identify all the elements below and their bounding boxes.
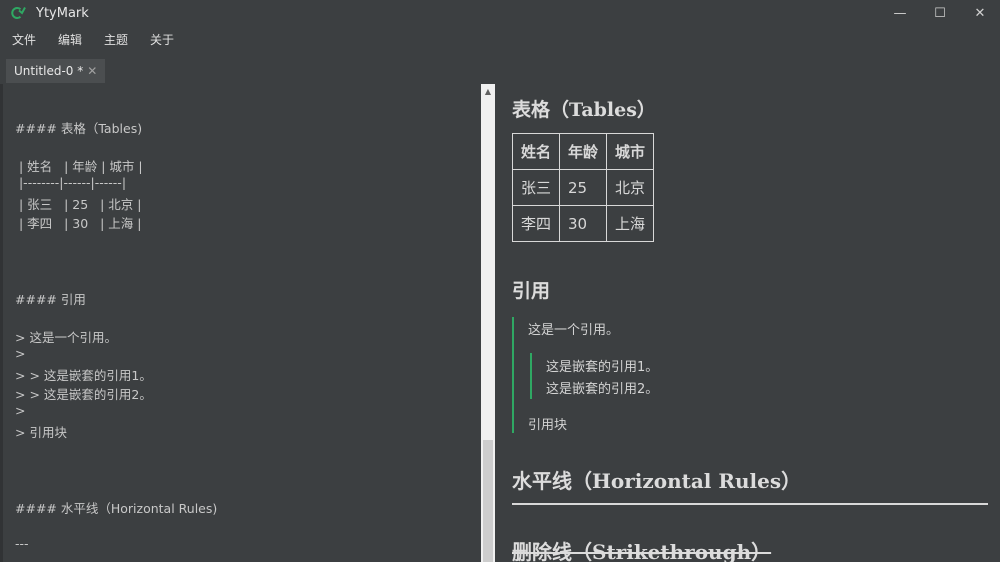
markdown-editor[interactable]: #### 表格（Tables) | 姓名 | 年龄 | 城市 | |------… <box>0 84 481 562</box>
blockquote: 这是一个引用。 这是嵌套的引用1。 这是嵌套的引用2。 引用块 <box>512 317 974 433</box>
menu-file[interactable]: 文件 <box>0 28 46 52</box>
table-cell: 李四 <box>511 205 561 242</box>
preview-heading-tables: 表格（Tables） <box>512 99 656 121</box>
table-cell: 25 <box>559 169 608 206</box>
editor-line: #### 表格（Tables) <box>15 121 143 136</box>
editor-line: #### 引用 <box>15 292 86 307</box>
nested-blockquote: 这是嵌套的引用1。 这是嵌套的引用2。 <box>530 353 658 399</box>
scroll-up-arrow-icon[interactable]: ▲ <box>481 84 495 98</box>
menu-bar: 文件 编辑 主题 关于 <box>0 28 184 52</box>
preview-heading-strikethrough: 删除线（Strikethrough） <box>512 540 772 562</box>
preview-heading-hr: 水平线（Horizontal Rules） <box>512 469 802 493</box>
table-row: 张三 25 北京 <box>511 169 655 206</box>
app-title: YtyMark <box>36 5 89 21</box>
maximize-icon: ☐ <box>934 5 946 21</box>
table-header-cell: 城市 <box>606 133 655 170</box>
quote-text: 引用块 <box>528 418 568 433</box>
editor-line: | 李四 | 30 | 上海 | <box>15 216 142 231</box>
menu-theme[interactable]: 主题 <box>92 28 138 52</box>
close-window-button[interactable]: ✕ <box>960 0 1000 26</box>
editor-scrollbar[interactable]: ▲ <box>481 84 495 562</box>
markdown-preview: 表格（Tables） 姓名 年龄 城市 张三 25 北京 李四 30 上海 引用… <box>495 84 1000 562</box>
menu-edit[interactable]: 编辑 <box>46 28 92 52</box>
table-header-cell: 年龄 <box>559 133 608 170</box>
table-cell: 30 <box>559 205 608 242</box>
preview-table: 姓名 年龄 城市 张三 25 北京 李四 30 上海 <box>511 133 655 242</box>
editor-line: > 这是一个引用。 <box>15 330 117 345</box>
preview-heading-quote: 引用 <box>512 280 551 302</box>
editor-line: #### 水平线（Horizontal Rules) <box>15 501 218 516</box>
editor-line: --- <box>15 536 29 551</box>
close-icon: ✕ <box>974 5 986 21</box>
tab-untitled-0[interactable]: Untitled-0 * ✕ <box>6 59 106 83</box>
tab-close-icon[interactable]: ✕ <box>87 64 97 78</box>
quote-text: 这是一个引用。 <box>528 323 620 338</box>
editor-line: > 引用块 <box>15 425 67 440</box>
tab-bar: Untitled-0 * ✕ <box>0 58 1000 84</box>
table-header-row: 姓名 年龄 城市 <box>511 133 655 170</box>
table-cell: 北京 <box>606 169 655 206</box>
table-row: 李四 30 上海 <box>511 205 655 242</box>
minimize-button[interactable]: — <box>880 0 920 26</box>
maximize-button[interactable]: ☐ <box>920 0 960 26</box>
tab-label: Untitled-0 * <box>14 64 84 78</box>
nested-quote-text: 这是嵌套的引用1。 <box>546 360 659 375</box>
horizontal-rule <box>512 503 988 505</box>
menu-about[interactable]: 关于 <box>138 28 184 52</box>
ytymark-logo-icon <box>10 5 26 21</box>
table-header-cell: 姓名 <box>511 133 561 170</box>
editor-line: > > 这是嵌套的引用1。 <box>15 368 152 383</box>
editor-line: |--------|------|------| <box>15 175 127 190</box>
editor-line: > <box>15 346 26 361</box>
nested-quote-text: 这是嵌套的引用2。 <box>546 382 659 397</box>
minimize-icon: — <box>893 5 907 21</box>
editor-line: | 张三 | 25 | 北京 | <box>15 197 142 212</box>
table-cell: 上海 <box>606 205 655 242</box>
editor-line: > > 这是嵌套的引用2。 <box>15 387 152 402</box>
table-cell: 张三 <box>511 169 561 206</box>
title-bar: YtyMark — ☐ ✕ <box>0 0 1000 26</box>
editor-line: | 姓名 | 年龄 | 城市 | <box>15 159 143 174</box>
scrollbar-thumb[interactable] <box>483 440 493 562</box>
window-controls: — ☐ ✕ <box>880 0 1000 26</box>
editor-line: > <box>15 403 26 418</box>
